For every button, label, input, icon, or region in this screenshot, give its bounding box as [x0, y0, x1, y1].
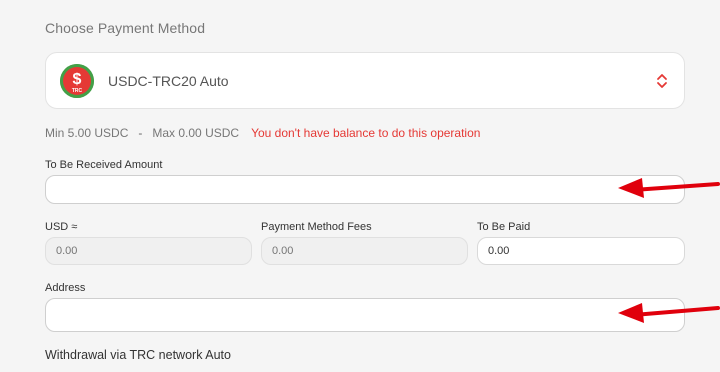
usd-input	[45, 237, 252, 265]
coin-badge: TRC	[72, 88, 83, 94]
limits-separator: -	[138, 126, 143, 140]
payment-method-select[interactable]: $ TRC USDC-TRC20 Auto	[45, 52, 685, 109]
to-be-paid-label: To Be Paid	[477, 221, 531, 233]
max-limit: Max 0.00 USDC	[152, 126, 240, 140]
balance-error-message: You don't have balance to do this operat…	[251, 126, 481, 140]
usd-label: USD ≈	[45, 221, 78, 233]
address-input[interactable]	[45, 298, 685, 332]
chevron-updown-icon	[656, 72, 668, 90]
annotation-arrow-icon	[618, 178, 720, 198]
min-limit: Min 5.00 USDC	[45, 126, 129, 140]
section-title: Choose Payment Method	[45, 20, 206, 36]
received-amount-input[interactable]	[45, 175, 685, 204]
usdc-trc20-coin-icon: $ TRC	[60, 63, 94, 98]
annotation-arrow-icon	[618, 303, 720, 323]
fees-input	[261, 237, 468, 265]
payment-method-label: USDC-TRC20 Auto	[108, 72, 229, 89]
coin-symbol: $	[73, 71, 82, 88]
limits-row: Min 5.00 USDC - Max 0.00 USDC You don't …	[45, 126, 480, 140]
to-be-paid-input[interactable]	[477, 237, 685, 265]
received-amount-label: To Be Received Amount	[45, 159, 163, 171]
address-label: Address	[45, 282, 86, 294]
withdrawal-network-note: Withdrawal via TRC network Auto	[45, 348, 231, 362]
fees-label: Payment Method Fees	[261, 221, 372, 233]
